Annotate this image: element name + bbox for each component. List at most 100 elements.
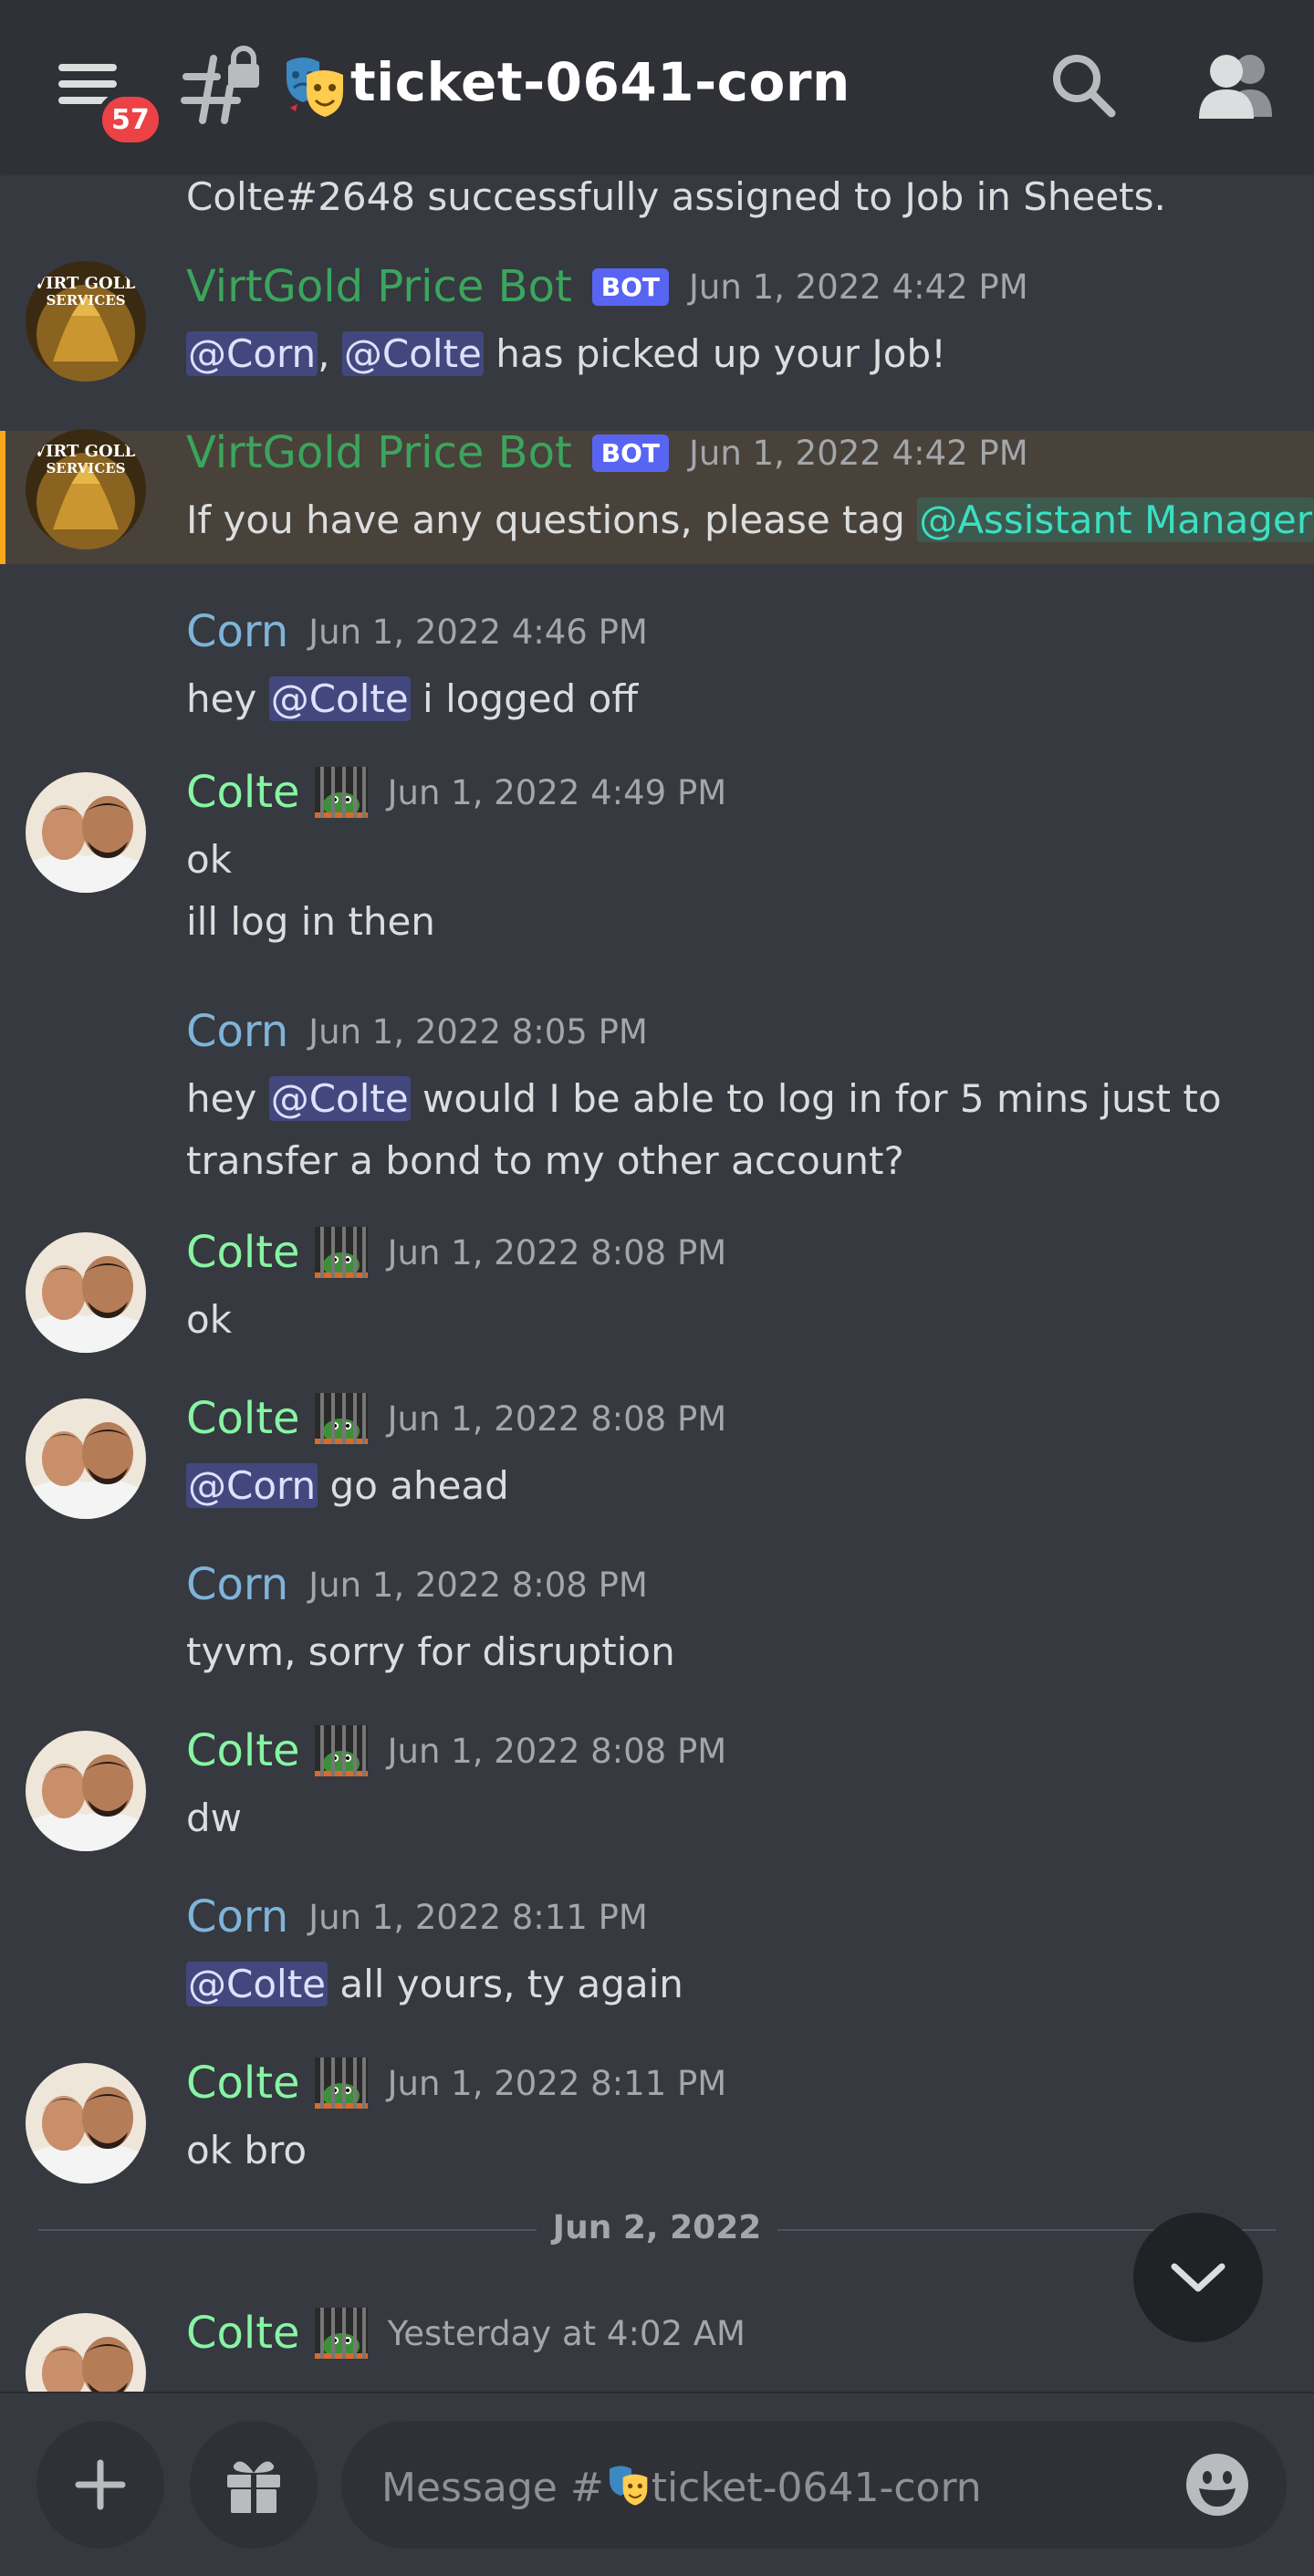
message-header: Corn Jun 1, 2022 8:11 PM xyxy=(186,1890,648,1944)
message-content: @Colte all yours, ty again xyxy=(186,1962,683,2006)
message-item: Colte Jun 1, 2022 8:08 PM dw xyxy=(0,1723,1314,1860)
message-header: Colte Jun 1, 2022 8:11 PM xyxy=(186,2056,726,2110)
svg-text:SERVICES: SERVICES xyxy=(46,292,125,309)
menu-button[interactable]: 57 xyxy=(53,53,164,148)
timestamp: Jun 1, 2022 8:11 PM xyxy=(387,2063,727,2103)
avatar[interactable]: VIRT GOLD SERVICES xyxy=(26,261,146,382)
gift-icon xyxy=(227,2461,280,2513)
username[interactable]: VirtGold Price Bot xyxy=(186,427,572,478)
bot-tag: BOT xyxy=(591,434,670,472)
jump-to-latest-button[interactable] xyxy=(1133,2213,1263,2342)
username[interactable]: Colte xyxy=(186,2058,300,2109)
username[interactable]: Corn xyxy=(186,1559,288,1610)
username[interactable]: VirtGold Price Bot xyxy=(186,261,572,312)
message-list[interactable]: Colte#2648 successfully assigned to Job … xyxy=(0,172,1314,2392)
message-header: Colte Jun 1, 2022 8:08 PM xyxy=(186,1723,726,1778)
message-content: ok xyxy=(186,1297,233,1342)
user-mention[interactable]: @Colte xyxy=(186,1962,328,2006)
message-input[interactable]: Message # ticket-0641-corn xyxy=(341,2421,1287,2549)
role-mention[interactable]: @Assistant Manager xyxy=(917,497,1314,542)
chevron-down-icon xyxy=(1171,2263,1225,2292)
message-header: Colte Jun 1, 2022 4:49 PM xyxy=(186,765,726,820)
avatar[interactable] xyxy=(26,2063,146,2183)
message-item: Colte Jun 1, 2022 8:08 PM @Corn go ahead xyxy=(0,1391,1314,1528)
avatar[interactable] xyxy=(26,772,146,893)
jail-cell-emoji xyxy=(314,767,368,818)
username[interactable]: Corn xyxy=(186,1006,288,1057)
message-content: transfer a bond to my other account? xyxy=(186,1138,904,1183)
message-item: Colte Yesterday at 4:02 AM xyxy=(0,2306,1314,2392)
username[interactable]: Colte xyxy=(186,767,300,818)
timestamp: Jun 1, 2022 4:49 PM xyxy=(387,772,727,812)
timestamp: Jun 1, 2022 8:11 PM xyxy=(308,1897,648,1937)
username[interactable]: Colte xyxy=(186,1725,300,1776)
attach-button[interactable] xyxy=(36,2421,164,2549)
username[interactable]: Colte xyxy=(186,2308,300,2359)
message-item: VIRT GOLD SERVICES VirtGold Price Bot BO… xyxy=(0,259,1314,414)
emoji-icon[interactable] xyxy=(1184,2452,1250,2518)
jail-cell-emoji xyxy=(314,2308,368,2359)
search-icon[interactable] xyxy=(1048,49,1121,122)
timestamp: Jun 1, 2022 4:46 PM xyxy=(308,612,648,652)
message-content: ok xyxy=(186,837,233,882)
timestamp: Jun 1, 2022 8:05 PM xyxy=(308,1011,648,1052)
message-composer: Message # ticket-0641-corn xyxy=(0,2392,1314,2576)
performing-arts-emoji xyxy=(287,58,343,117)
message-content: ill log in then xyxy=(186,899,435,944)
message-content: Colte#2648 successfully assigned to Job … xyxy=(186,174,1166,219)
user-mention[interactable]: @Corn xyxy=(186,331,318,376)
message-input-placeholder: Message # ticket-0641-corn xyxy=(381,2465,982,2511)
message-item: Corn Jun 1, 2022 4:46 PM hey @Colte i lo… xyxy=(0,604,1314,723)
avatar[interactable] xyxy=(26,1731,146,1851)
jail-cell-emoji xyxy=(314,1393,368,1444)
username[interactable]: Colte xyxy=(186,1393,300,1444)
message-header: Corn Jun 1, 2022 8:05 PM xyxy=(186,1004,648,1059)
svg-text:VIRT GOLD: VIRT GOLD xyxy=(32,274,139,293)
message-content: tyvm, sorry for disruption xyxy=(186,1629,675,1674)
message-header: Corn Jun 1, 2022 8:08 PM xyxy=(186,1557,648,1612)
channel-header: 57 ticket-0641-corn xyxy=(0,0,1314,172)
svg-text:SERVICES: SERVICES xyxy=(46,460,125,476)
message-item: Colte Jun 1, 2022 4:49 PM ok ill log in … xyxy=(0,765,1314,948)
message-content: dw xyxy=(186,1796,243,1840)
message-item: Colte Jun 1, 2022 8:08 PM ok xyxy=(0,1225,1314,1362)
avatar[interactable]: VIRT GOLD SERVICES xyxy=(26,429,146,550)
avatar[interactable] xyxy=(26,1398,146,1519)
members-icon[interactable] xyxy=(1195,49,1278,122)
date-divider: Jun 2, 2022 xyxy=(38,2202,1276,2257)
username[interactable]: Corn xyxy=(186,1891,288,1942)
gift-button[interactable] xyxy=(190,2421,318,2549)
jail-cell-emoji xyxy=(314,1227,368,1278)
message-header: Corn Jun 1, 2022 4:46 PM xyxy=(186,604,648,659)
message-header: Colte Jun 1, 2022 8:08 PM xyxy=(186,1391,726,1446)
username[interactable]: Colte xyxy=(186,1227,300,1278)
message-content: ok bro xyxy=(186,2128,308,2173)
timestamp: Jun 1, 2022 8:08 PM xyxy=(308,1565,648,1605)
user-mention[interactable]: @Colte xyxy=(341,331,484,376)
message-header: Colte Yesterday at 4:02 AM xyxy=(186,2306,746,2361)
channel-title: ticket-0641-corn xyxy=(350,51,850,113)
timestamp: Jun 1, 2022 8:08 PM xyxy=(387,1398,727,1439)
avatar[interactable] xyxy=(26,2313,146,2392)
message-item-highlighted: VIRT GOLD SERVICES VirtGold Price Bot BO… xyxy=(0,427,1314,564)
user-mention[interactable]: @Corn xyxy=(186,1463,318,1508)
timestamp: Yesterday at 4:02 AM xyxy=(387,2313,746,2353)
message-item: Corn Jun 1, 2022 8:05 PM hey @Colte woul… xyxy=(0,1004,1314,1187)
message-content: hey @Colte would I be able to log in for… xyxy=(186,1076,1222,1121)
username[interactable]: Corn xyxy=(186,606,288,657)
message-item: Colte Jun 1, 2022 8:11 PM ok bro xyxy=(0,2056,1314,2193)
jail-cell-emoji xyxy=(314,1725,368,1776)
user-mention[interactable]: @Colte xyxy=(268,1076,411,1121)
text-channel-locked-icon xyxy=(181,46,259,124)
unread-badge: 57 xyxy=(97,91,164,148)
date-divider-label: Jun 2, 2022 xyxy=(552,2209,762,2246)
message-content: @Corn go ahead xyxy=(186,1463,509,1508)
user-mention[interactable]: @Colte xyxy=(268,676,411,721)
timestamp: Jun 1, 2022 8:08 PM xyxy=(387,1731,727,1771)
timestamp: Jun 1, 2022 4:42 PM xyxy=(689,267,1028,307)
avatar[interactable] xyxy=(26,1232,146,1353)
message-content: @Corn, @Colte has picked up your Job! xyxy=(186,331,946,376)
message-header: VirtGold Price Bot BOT Jun 1, 2022 4:42 … xyxy=(186,259,1028,314)
bot-tag: BOT xyxy=(591,267,670,306)
plus-icon xyxy=(75,2459,126,2510)
